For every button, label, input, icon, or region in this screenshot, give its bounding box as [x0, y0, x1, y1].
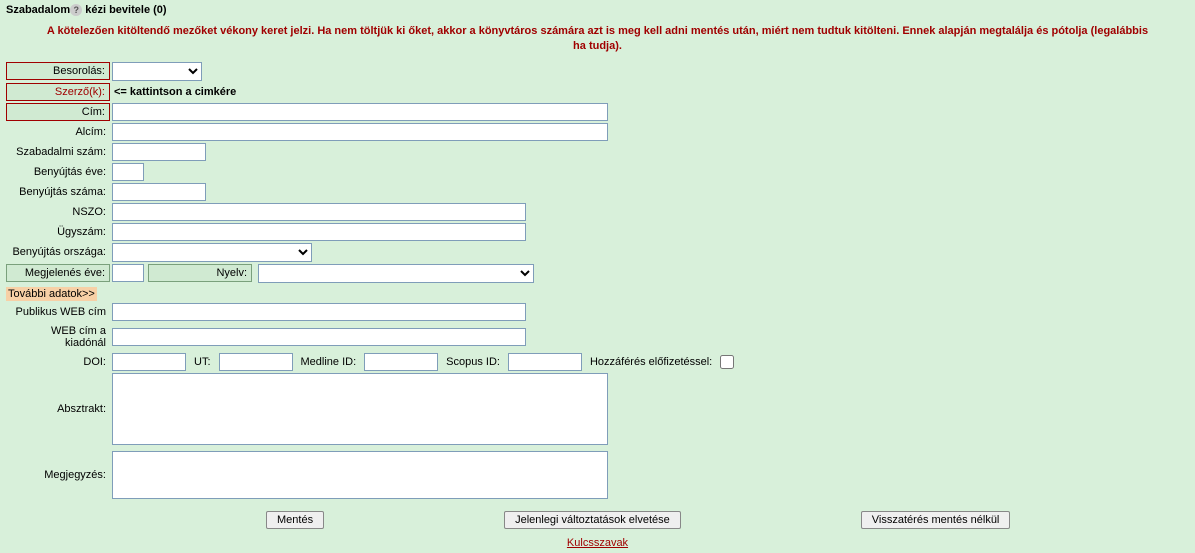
scopus-input[interactable]	[508, 353, 582, 371]
label-nszo: NSZO:	[6, 204, 110, 220]
publikus-web-input[interactable]	[112, 303, 526, 321]
label-web-kiado: WEB cím a kiadónál	[6, 323, 110, 351]
tovabbi-adatok-toggle[interactable]: További adatok>>	[6, 287, 97, 301]
megjelenes-eve-input[interactable]	[112, 264, 144, 282]
label-hozzaferes: Hozzáférés előfizetéssel:	[586, 354, 716, 370]
absztrakt-textarea[interactable]	[112, 373, 608, 445]
label-megjelenes-eve: Megjelenés éve:	[6, 264, 110, 282]
mentes-button[interactable]: Mentés	[266, 511, 324, 529]
vissza-button[interactable]: Visszatérés mentés nélkül	[861, 511, 1011, 529]
label-benyujtas-eve: Benyújtás éve:	[6, 164, 110, 180]
label-megjegyzes: Megjegyzés:	[6, 467, 110, 483]
page-title-row: Szabadalom? kézi bevitele (0)	[6, 4, 1189, 20]
megjegyzes-textarea[interactable]	[112, 451, 608, 499]
benyujtas-eve-input[interactable]	[112, 163, 144, 181]
label-cim: Cím:	[6, 103, 110, 121]
alcim-input[interactable]	[112, 123, 608, 141]
required-fields-warning: A kötelezően kitöltendő mezőket vékony k…	[6, 20, 1189, 62]
label-alcim: Alcím:	[6, 124, 110, 140]
label-doi: DOI:	[6, 354, 110, 370]
label-besorolas: Besorolás:	[6, 62, 110, 80]
hozzaferes-checkbox[interactable]	[720, 355, 734, 369]
label-ut: UT:	[190, 354, 215, 370]
page-root: Szabadalom? kézi bevitele (0) A kötelező…	[0, 0, 1195, 553]
page-title-suffix: kézi bevitele (0)	[82, 4, 166, 16]
ugyszam-input[interactable]	[112, 223, 526, 241]
szerzok-hint: <= kattintson a cimkére	[112, 86, 236, 98]
help-icon[interactable]: ?	[70, 4, 82, 16]
nyelv-select[interactable]	[258, 264, 534, 283]
benyujtas-szama-input[interactable]	[112, 183, 206, 201]
szabadalmi-szam-input[interactable]	[112, 143, 206, 161]
page-title-prefix: Szabadalom	[6, 4, 70, 16]
web-kiado-input[interactable]	[112, 328, 526, 346]
label-medline: Medline ID:	[297, 354, 361, 370]
button-row: Mentés Jelenlegi változtatások elvetése …	[6, 501, 1189, 533]
label-szerzok[interactable]: Szerző(k):	[6, 83, 110, 101]
label-benyujtas-orszaga: Benyújtás országa:	[6, 244, 110, 260]
benyujtas-orszaga-select[interactable]	[112, 243, 312, 262]
doi-input[interactable]	[112, 353, 186, 371]
label-szabadalmi-szam: Szabadalmi szám:	[6, 144, 110, 160]
label-publikus-web: Publikus WEB cím	[6, 304, 110, 320]
elvetes-button[interactable]: Jelenlegi változtatások elvetése	[504, 511, 681, 529]
label-nyelv: Nyelv:	[148, 264, 252, 282]
nszo-input[interactable]	[112, 203, 526, 221]
label-benyujtas-szama: Benyújtás száma:	[6, 184, 110, 200]
besorolas-select[interactable]	[112, 62, 202, 81]
medline-input[interactable]	[364, 353, 438, 371]
label-absztrakt: Absztrakt:	[6, 401, 110, 417]
ut-input[interactable]	[219, 353, 293, 371]
label-scopus: Scopus ID:	[442, 354, 504, 370]
label-ugyszam: Ügyszám:	[6, 224, 110, 240]
kulcsszavak-link[interactable]: Kulcsszavak	[6, 533, 1189, 549]
cim-input[interactable]	[112, 103, 608, 121]
